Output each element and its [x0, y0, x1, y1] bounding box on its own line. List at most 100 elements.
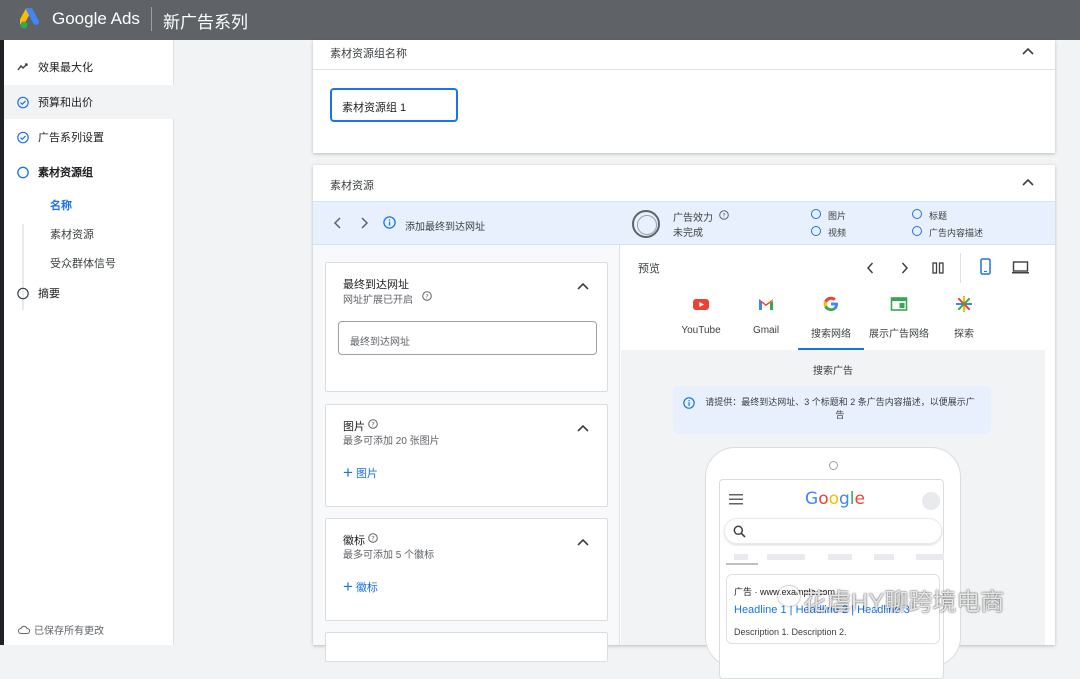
chevron-up-icon[interactable]	[576, 279, 590, 293]
google-g-icon	[823, 296, 838, 311]
phone-search-bar	[724, 518, 942, 544]
chevron-left-icon[interactable]	[866, 262, 875, 274]
sidebar-subitem-assets[interactable]: 素材资源	[50, 226, 94, 242]
images-section: 图片 ? 最多可添加 20 张图片 + 图片	[325, 404, 608, 507]
sidebar: 效果最大化 预算和出价 广告系列设置 素材资源组 名称 素材资源 受众群体信号 …	[4, 40, 174, 645]
card-header[interactable]: 素材资源组名称	[313, 40, 1055, 70]
sidebar-item-asset-group[interactable]: 素材资源组	[4, 155, 174, 189]
gmail-icon	[759, 299, 773, 310]
chevron-left-icon[interactable]	[333, 217, 343, 229]
avatar	[922, 492, 940, 510]
section-title: 最终到达网址	[343, 279, 409, 291]
chevron-right-icon[interactable]	[900, 262, 909, 274]
phone-mockup: Google 广告 · www.example.com Headline 1 |…	[705, 447, 961, 679]
checklist-images: 图片	[828, 211, 847, 221]
tab-discover[interactable]: 探索	[934, 295, 994, 340]
saved-status: 已保存所有更改	[18, 622, 104, 637]
check-circle-icon	[17, 96, 29, 108]
tab-label: YouTube	[681, 325, 721, 336]
sidebar-item-performance-max[interactable]: 效果最大化	[4, 50, 174, 84]
card-title: 素材资源组名称	[330, 48, 407, 60]
sidebar-item-label: 摘要	[38, 288, 60, 300]
checklist-headlines: 标题	[929, 211, 948, 221]
svg-text:?: ?	[371, 420, 374, 428]
chevron-up-icon[interactable]	[576, 535, 590, 549]
svg-text:?: ?	[425, 292, 428, 300]
asset-info-bar: 添加最终到达网址 广告效力 ? 未完成 图片 标题 视频 广告内容描述	[313, 201, 1055, 245]
menu-icon	[729, 494, 743, 505]
chevron-right-icon[interactable]	[359, 217, 369, 229]
google-logo: Google	[805, 489, 865, 509]
checklist-headlines-indicator	[912, 209, 922, 219]
skeleton-tab	[874, 554, 894, 560]
preview-notice-text: 请提供：最终到达网址、3 个标题和 2 条广告内容描述，以便展示广告	[705, 397, 975, 420]
sidebar-item-label: 素材资源组	[38, 167, 93, 179]
chevron-up-icon[interactable]	[576, 421, 590, 435]
skeleton-tab	[916, 554, 944, 560]
section-subtitle: 网址扩展已开启	[343, 295, 413, 306]
preview-title: 预览	[638, 263, 660, 275]
chevron-up-icon[interactable]	[1021, 175, 1035, 189]
columns-icon[interactable]	[932, 262, 944, 274]
help-icon[interactable]: ?	[368, 419, 378, 429]
ad-strength-label: 广告效力	[673, 213, 713, 224]
preview-notice: 请提供：最终到达网址、3 个标题和 2 条广告内容描述，以便展示广告	[673, 386, 991, 434]
checklist-videos-indicator	[811, 226, 821, 236]
google-ads-logo-icon[interactable]	[20, 8, 44, 30]
circle-icon	[17, 287, 29, 299]
check-circle-icon	[17, 131, 29, 143]
sidebar-item-budget[interactable]: 预算和出价	[4, 85, 174, 119]
checklist-descriptions-indicator	[912, 226, 922, 236]
sidebar-item-campaign-settings[interactable]: 广告系列设置	[4, 120, 174, 154]
top-bar: Google Ads 新广告系列	[0, 0, 1080, 40]
chevron-up-icon[interactable]	[1021, 44, 1035, 58]
discover-icon	[956, 296, 972, 312]
card-title: 素材资源	[330, 180, 374, 192]
help-icon[interactable]: ?	[422, 291, 432, 301]
add-logo-button[interactable]: + 徽标	[343, 578, 378, 595]
preview-section-label: 搜索广告	[813, 366, 853, 377]
section-subtitle: 最多可添加 5 个徽标	[343, 550, 435, 561]
saved-status-text: 已保存所有更改	[34, 626, 104, 637]
final-url-section: 最终到达网址 网址扩展已开启 ? 最终到达网址	[325, 262, 608, 392]
tab-youtube[interactable]: YouTube	[671, 295, 731, 336]
desktop-device-icon[interactable]	[1012, 261, 1029, 274]
ad-strength-gauge	[632, 210, 660, 238]
tab-label: 展示广告网络	[869, 329, 929, 340]
sidebar-item-label: 预算和出价	[38, 97, 93, 109]
skeleton-tab	[734, 554, 748, 560]
asset-group-name-card: 素材资源组名称 素材资源组 1	[313, 40, 1055, 153]
sidebar-subitem-audience-signal[interactable]: 受众群体信号	[50, 255, 116, 271]
brand-name: Google Ads	[52, 9, 140, 28]
tab-gmail[interactable]: Gmail	[736, 295, 796, 336]
trend-icon	[17, 61, 29, 73]
logos-section: 徽标 ? 最多可添加 5 个徽标 + 徽标	[325, 518, 608, 621]
help-icon[interactable]: ?	[368, 533, 378, 543]
info-text: 添加最终到达网址	[405, 222, 485, 233]
tab-search[interactable]: 搜索网络	[801, 295, 861, 340]
search-icon	[733, 525, 746, 538]
mobile-device-icon[interactable]	[980, 258, 991, 275]
plus-icon: +	[343, 463, 353, 482]
tab-label: Gmail	[752, 325, 780, 336]
skeleton-tab	[767, 554, 805, 560]
checklist-videos: 视频	[828, 228, 847, 238]
asset-form-pane: 最终到达网址 网址扩展已开启 ? 最终到达网址 图片 ? 最多可添加 20 张图…	[313, 245, 620, 662]
tab-display-network[interactable]: 展示广告网络	[866, 295, 932, 340]
asset-group-name-input[interactable]: 素材资源组 1	[330, 88, 458, 122]
phone-screen: Google 广告 · www.example.com Headline 1 |…	[719, 479, 944, 679]
add-image-button[interactable]: + 图片	[343, 463, 378, 482]
cloud-check-icon	[18, 625, 30, 634]
watermark-text: 花虐HY聊跨境电商	[803, 589, 1005, 616]
youtube-icon	[693, 299, 709, 310]
checklist-images-indicator	[811, 209, 821, 219]
sidebar-subitem-name[interactable]: 名称	[50, 197, 72, 213]
ad-description: Description 1. Description 2.	[734, 627, 847, 637]
tab-label: 搜索网络	[811, 329, 851, 340]
help-icon[interactable]: ?	[719, 210, 729, 220]
final-url-input[interactable]: 最终到达网址	[338, 321, 597, 355]
info-icon	[683, 397, 695, 409]
sidebar-item-summary[interactable]: 摘要	[4, 276, 174, 310]
skeleton-tab	[828, 554, 852, 560]
skeleton-underline	[726, 563, 758, 565]
